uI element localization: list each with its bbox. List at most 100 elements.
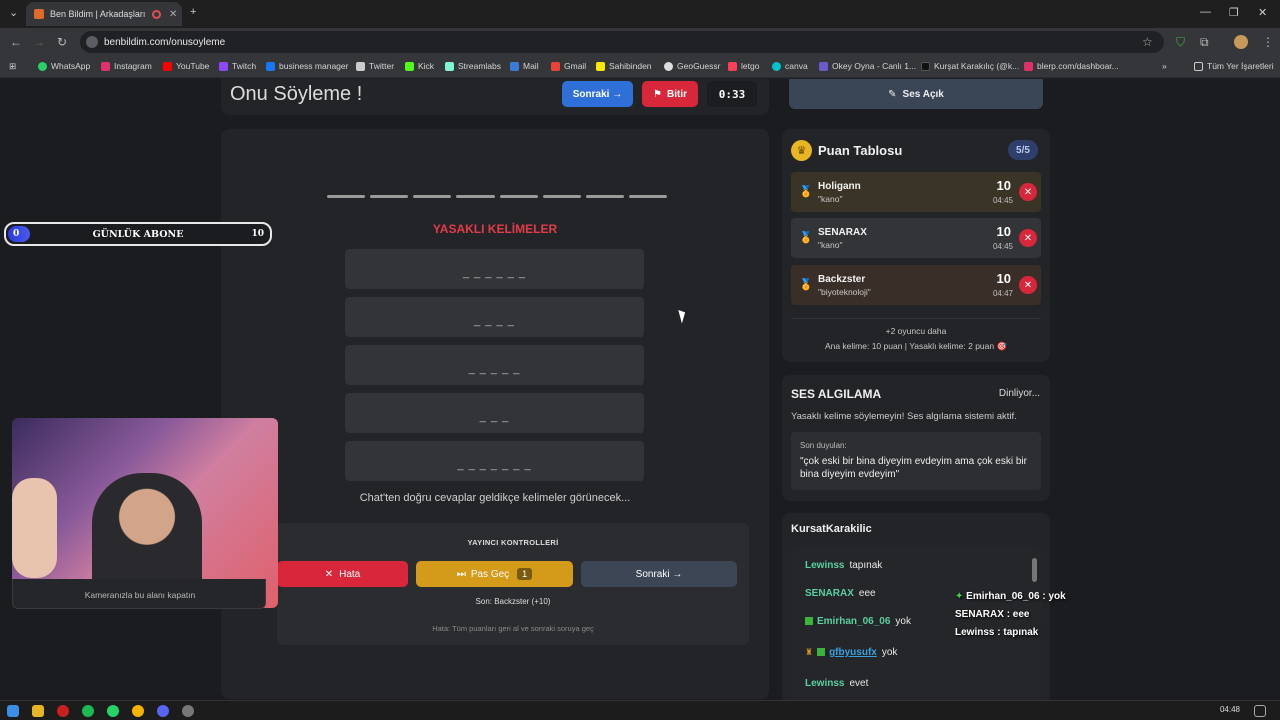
file-explorer-icon[interactable]: [32, 705, 44, 717]
tab-search-icon[interactable]: ⌄: [9, 6, 18, 19]
chat-scrollbar[interactable]: [1032, 558, 1037, 582]
restore-icon[interactable]: ❐: [1229, 6, 1239, 19]
spotify-icon[interactable]: [82, 705, 94, 717]
bookmark-youtube[interactable]: YouTube: [163, 61, 209, 71]
more-bookmarks-icon[interactable]: »: [1162, 61, 1167, 71]
webcam-caption: Kameranızla bu alanı kapatın: [84, 590, 196, 600]
stream-chat-line: ✦ Emirhan_06_06 : yok: [955, 591, 1066, 602]
start-menu-icon[interactable]: [7, 705, 19, 717]
last-heard-label: Son duyulan:: [800, 441, 847, 450]
pass-count-badge: 1: [517, 568, 533, 580]
voice-toggle-button[interactable]: ✎ Ses Açık: [789, 79, 1043, 109]
new-tab-icon[interactable]: +: [190, 6, 196, 18]
voice-detection-panel: SES ALGILAMA Dinliyor... Yasaklı kelime …: [782, 375, 1050, 501]
bookmark-sahibinden[interactable]: Sahibinden: [596, 61, 652, 71]
word-blanks: [327, 195, 667, 199]
bookmark-gmail[interactable]: Gmail: [551, 61, 586, 71]
instagram-icon: [101, 61, 110, 71]
bookmark-twitch[interactable]: Twitch: [219, 61, 256, 71]
voice-detection-title: SES ALGILAMA: [791, 387, 882, 401]
bookmark-tiktok[interactable]: Kurşat Karakılıç (@k...: [921, 61, 1019, 71]
pass-button[interactable]: ⏭ Pas Geç 1: [416, 561, 573, 587]
profile-avatar[interactable]: [1234, 35, 1248, 49]
chat-text: yok: [895, 616, 911, 627]
scoreboard: ♛ Puan Tablosu 5/5 🏅 Holigann "kano" 10 …: [782, 129, 1050, 362]
remove-player-button[interactable]: ✕: [1019, 183, 1037, 201]
bookmark-blerp[interactable]: blerp.com/dashboar...: [1024, 61, 1119, 71]
whatsapp-taskbar-icon[interactable]: [107, 705, 119, 717]
chat-username: Lewinss: [805, 678, 845, 689]
player-row: 🏅 SENARAX "kano" 10 04:45 ✕: [791, 218, 1041, 258]
folder-icon: [1194, 61, 1203, 71]
blerp-icon: [1024, 61, 1033, 71]
discord-icon[interactable]: [157, 705, 169, 717]
reload-icon[interactable]: ↻: [57, 35, 67, 49]
close-tab-icon[interactable]: ✕: [169, 9, 177, 20]
back-icon[interactable]: ←: [10, 35, 22, 49]
apps-icon[interactable]: ⊞: [9, 61, 16, 72]
kick-icon: [405, 61, 414, 71]
system-clock[interactable]: 04:48: [1220, 705, 1240, 714]
site-info-icon[interactable]: [86, 36, 98, 48]
extensions-icon[interactable]: ⧉: [1200, 35, 1209, 50]
tiktok-icon: [921, 61, 930, 71]
chat-text: eee: [858, 588, 876, 599]
menu-icon[interactable]: ⋮: [1262, 35, 1274, 49]
error-hint-text: Hata: Tüm puanları geri al ve sonraki so…: [432, 624, 594, 633]
all-bookmarks-folder[interactable]: Tüm Yer İşaretleri: [1194, 61, 1274, 71]
address-bar[interactable]: benbildim.com/onusoyleme: [80, 31, 1164, 53]
browser-tab[interactable]: Ben Bildim | Arkadaşlarınla ✕: [26, 2, 182, 26]
chat-text: yok: [881, 647, 898, 658]
gmail-icon: [551, 61, 560, 71]
forbidden-word-slot: _ _ _ _ _ _ _: [345, 441, 644, 481]
streamlabs-icon: [445, 61, 454, 71]
bookmark-canva[interactable]: canva: [772, 61, 808, 71]
remove-player-button[interactable]: ✕: [1019, 229, 1037, 247]
chat-username: SENARAX: [805, 588, 854, 599]
sahibinden-icon: [596, 61, 605, 71]
bookmark-mail[interactable]: Mail: [510, 61, 539, 71]
site-favicon-icon: [34, 9, 44, 19]
bookmark-star-icon[interactable]: ☆: [1142, 35, 1153, 49]
chat-username: Emirhan_06_06: [817, 616, 891, 627]
chrome-icon[interactable]: [132, 705, 144, 717]
last-answer-info: Son: Backzster (+10): [475, 597, 551, 606]
bookmark-letgo[interactable]: letgo: [728, 61, 759, 71]
extension-shield-icon[interactable]: ⛉: [1176, 35, 1185, 50]
next-button-top[interactable]: Sonraki →: [562, 81, 633, 107]
remove-player-button[interactable]: ✕: [1019, 276, 1037, 294]
bookmark-okey[interactable]: Okey Oyna - Canlı 1...: [819, 61, 916, 71]
scoring-info: Ana kelime: 10 puan | Yasaklı kelime: 2 …: [824, 341, 1008, 351]
microphone-icon: ✎: [888, 88, 897, 100]
next-button[interactable]: Sonraki →: [581, 561, 737, 587]
minimize-icon[interactable]: —: [1200, 6, 1211, 18]
twitch-icon: [219, 61, 228, 71]
letter-blank: [327, 195, 366, 198]
flag-icon: ⚑: [653, 88, 662, 100]
controls-title: YAYINCI KONTROLLERİ: [467, 538, 559, 547]
bookmark-geoguessr[interactable]: GeoGuessr: [664, 61, 720, 71]
bookmark-streamlabs[interactable]: Streamlabs: [445, 61, 501, 71]
app-icon[interactable]: [182, 705, 194, 717]
page-title: Onu Söyleme !: [230, 83, 363, 105]
notifications-icon[interactable]: [1254, 705, 1266, 717]
player-time: 04:45: [992, 242, 1013, 251]
player-points: 10: [996, 224, 1011, 239]
stream-chat-line: SENARAX : eee: [955, 609, 1030, 620]
player-points: 10: [996, 271, 1011, 286]
bookmark-whatsapp[interactable]: WhatsApp: [38, 61, 90, 71]
error-button[interactable]: ✕ Hata: [277, 561, 408, 587]
close-window-icon[interactable]: ✕: [1258, 6, 1267, 19]
bookmark-twitter[interactable]: Twitter: [356, 61, 394, 71]
bookmark-business-manager[interactable]: business manager: [266, 61, 348, 71]
stream-chat-overlay: ✦ Emirhan_06_06 : yok SENARAX : eee Lewi…: [955, 588, 1066, 642]
game-header: Onu Söyleme ! Sonraki → ⚑ Bitir 0:33: [221, 79, 769, 115]
bookmark-instagram[interactable]: Instagram: [101, 61, 152, 71]
opera-icon[interactable]: [57, 705, 69, 717]
subscriber-badge-icon: [805, 617, 813, 626]
forward-icon[interactable]: →: [33, 35, 45, 49]
divider: [791, 318, 1041, 319]
bookmark-kick[interactable]: Kick: [405, 61, 434, 71]
finish-button[interactable]: ⚑ Bitir: [642, 81, 698, 107]
subscriber-badge-icon: [817, 648, 826, 657]
